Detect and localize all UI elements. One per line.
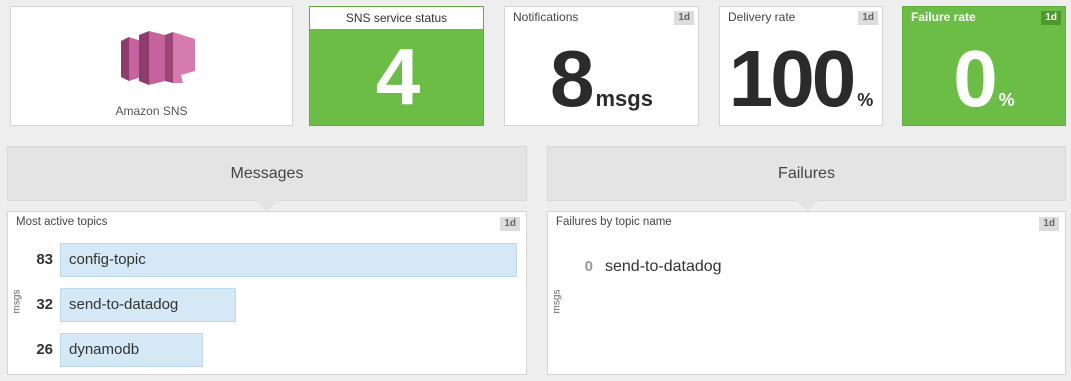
failure-count: 0 (584, 258, 593, 275)
timeframe-badge: 1d (1039, 217, 1059, 231)
table-row[interactable]: 0 send-to-datadog (548, 250, 1048, 284)
panel-title: Failures by topic name (556, 216, 672, 228)
notifications-unit: msgs (595, 86, 653, 111)
failures-by-topic-panel[interactable]: Failures by topic name 1d msgs 0 send-to… (547, 211, 1066, 375)
topic-count: 26 (36, 341, 53, 358)
timeframe-badge: 1d (1041, 11, 1061, 25)
delivery-number: 100 (728, 34, 856, 123)
timeframe-badge: 1d (858, 11, 878, 25)
topic-name: send-to-datadog (605, 258, 722, 275)
status-number: 4 (375, 32, 420, 121)
topic-count: 83 (36, 251, 53, 268)
notifications-tile[interactable]: Notifications 1d 8 msgs (504, 6, 699, 126)
topic-name: dynamodb (69, 341, 140, 358)
chevron-down-icon (255, 200, 279, 211)
failure-value: 0% (903, 33, 1065, 148)
delivery-rate-tile[interactable]: Delivery rate 1d 100% (719, 6, 883, 126)
status-value: 4 (310, 29, 483, 148)
panel-title: Most active topics (16, 216, 108, 228)
failure-unit: % (998, 90, 1015, 110)
notifications-value: 8 msgs (505, 33, 698, 148)
failure-rate-tile[interactable]: Failure rate 1d 0% (902, 6, 1066, 126)
y-axis-label: msgs (551, 289, 563, 314)
table-row[interactable]: 83 config-topic (8, 243, 520, 277)
topic-name: send-to-datadog (69, 296, 179, 313)
timeframe-badge: 1d (674, 11, 694, 25)
topic-count: 32 (36, 296, 53, 313)
table-row[interactable]: 32 send-to-datadog (8, 288, 520, 322)
failures-section-header: Failures (547, 146, 1066, 211)
logo-caption: Amazon SNS (115, 104, 188, 118)
notifications-number: 8 (550, 34, 594, 123)
amazon-sns-logo-tile: Amazon SNS (10, 6, 293, 126)
delivery-value: 100% (720, 33, 882, 148)
section-title: Failures (778, 165, 835, 182)
chevron-down-icon (794, 200, 819, 211)
tile-title: Notifications (513, 10, 579, 24)
most-active-topics-panel[interactable]: Most active topics 1d msgs 83 config-top… (7, 211, 527, 375)
messages-section-header: Messages (7, 146, 527, 211)
tile-title: SNS service status (310, 7, 483, 29)
section-title: Messages (230, 165, 304, 182)
timeframe-badge: 1d (500, 217, 520, 231)
topic-name: config-topic (69, 251, 146, 268)
failure-number: 0 (953, 34, 997, 123)
sns-service-status-tile[interactable]: SNS service status 4 (309, 6, 484, 126)
amazon-sns-logo-icon (121, 31, 195, 85)
table-row[interactable]: 26 dynamodb (8, 333, 520, 367)
delivery-unit: % (857, 90, 874, 110)
